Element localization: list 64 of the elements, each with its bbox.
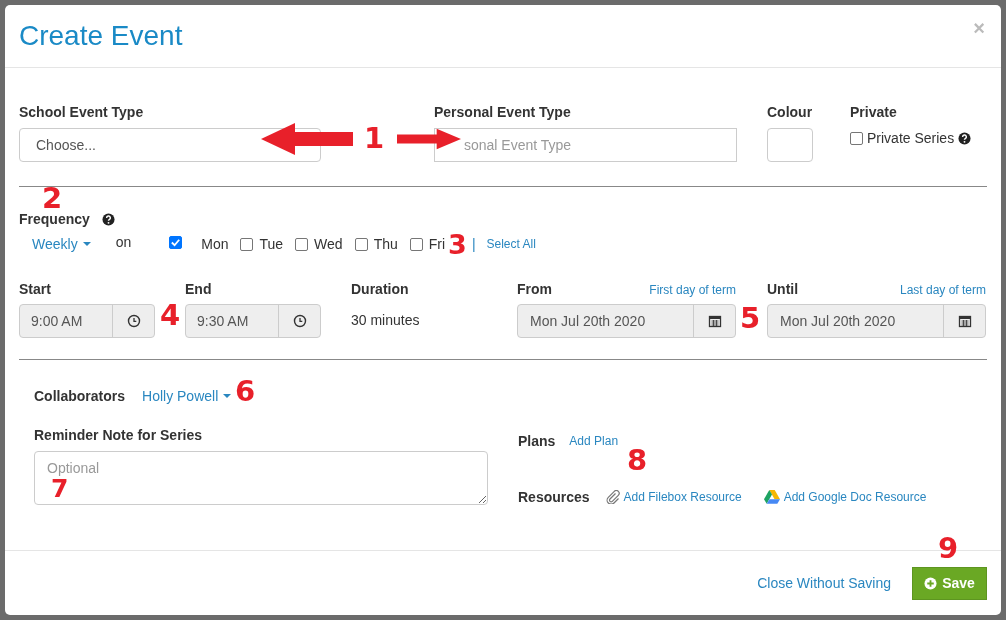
day-label: Tue: [259, 236, 284, 252]
drive-icon: [763, 490, 780, 504]
duration-value: 30 minutes: [351, 312, 421, 328]
add-google-doc-link[interactable]: Add Google Doc Resource: [783, 490, 927, 504]
clock-icon: [126, 314, 141, 328]
annotation-number: 7: [51, 476, 69, 501]
help-icon[interactable]: [101, 212, 115, 226]
field-label: Colour: [767, 104, 813, 120]
field-label: From: [517, 281, 552, 297]
field-label: Start: [19, 281, 52, 297]
field-label: Reminder Note for Series: [34, 427, 204, 443]
day-label: Thu: [373, 236, 398, 252]
event-type-select[interactable]: Choose...: [19, 128, 321, 162]
plus-icon: [924, 576, 938, 590]
field-label: Personal Event Type: [434, 104, 572, 120]
clock-icon: [292, 314, 307, 328]
first-day-link[interactable]: First day of term: [649, 283, 736, 297]
field-label: Collaborators: [34, 388, 125, 404]
annotation-number: 8: [627, 446, 648, 475]
save-button[interactable]: Save: [912, 566, 987, 600]
add-plan-link[interactable]: Add Plan: [569, 434, 619, 448]
annotation-number: 5: [740, 304, 761, 333]
annotation-number: 2: [42, 184, 63, 213]
checkbox-label: Private Series: [867, 130, 955, 146]
checkbox[interactable]: [295, 237, 309, 251]
field-label: End: [185, 281, 213, 297]
time-field[interactable]: 9:30 AM: [185, 304, 321, 338]
day-label: Mon: [201, 236, 229, 252]
field-label: Frequency: [19, 211, 90, 227]
checkbox[interactable]: [409, 237, 423, 251]
checkbox[interactable]: [240, 237, 254, 251]
input-field[interactable]: sonal Event Type: [434, 128, 737, 162]
collaborators-dropdown[interactable]: Holly Powell: [142, 388, 232, 404]
checkbox[interactable]: [850, 131, 863, 145]
date-field[interactable]: Mon Jul 20th 2020: [767, 304, 986, 338]
annotation-number: 4: [160, 301, 181, 330]
annotation-number: 9: [938, 534, 959, 563]
date-field[interactable]: Mon Jul 20th 2020: [517, 304, 736, 338]
on-label: on: [115, 234, 132, 250]
annotation-number: 1: [364, 124, 385, 153]
calendar-icon: [957, 314, 972, 328]
last-day-link[interactable]: Last day of term: [899, 283, 986, 297]
paperclip-icon: [605, 490, 620, 504]
field-label: Plans: [518, 433, 556, 449]
add-filebox-link[interactable]: Add Filebox Resource: [623, 490, 742, 504]
field-label: School Event Type: [19, 104, 145, 120]
select-all-link[interactable]: Select All: [486, 237, 536, 251]
time-field[interactable]: 9:00 AM: [19, 304, 155, 338]
field-label: Until: [767, 281, 799, 297]
field-label: Duration: [351, 281, 410, 297]
day-label: Wed: [314, 236, 343, 252]
calendar-icon: [707, 314, 722, 328]
checkbox[interactable]: [169, 235, 183, 249]
day-label: Fri: [428, 236, 446, 252]
field-label: Resources: [518, 489, 590, 505]
dialog-title: Create Event: [19, 20, 183, 52]
field-label: Private: [850, 104, 898, 120]
close-without-saving-link[interactable]: Close Without Saving: [757, 575, 891, 591]
frequency-dropdown[interactable]: Weekly: [32, 236, 91, 252]
separator: |: [471, 236, 476, 252]
annotation-number: 6: [235, 377, 256, 406]
help-icon[interactable]: [958, 131, 972, 145]
annotation-number: 3: [448, 230, 467, 258]
checkbox[interactable]: [354, 237, 368, 251]
